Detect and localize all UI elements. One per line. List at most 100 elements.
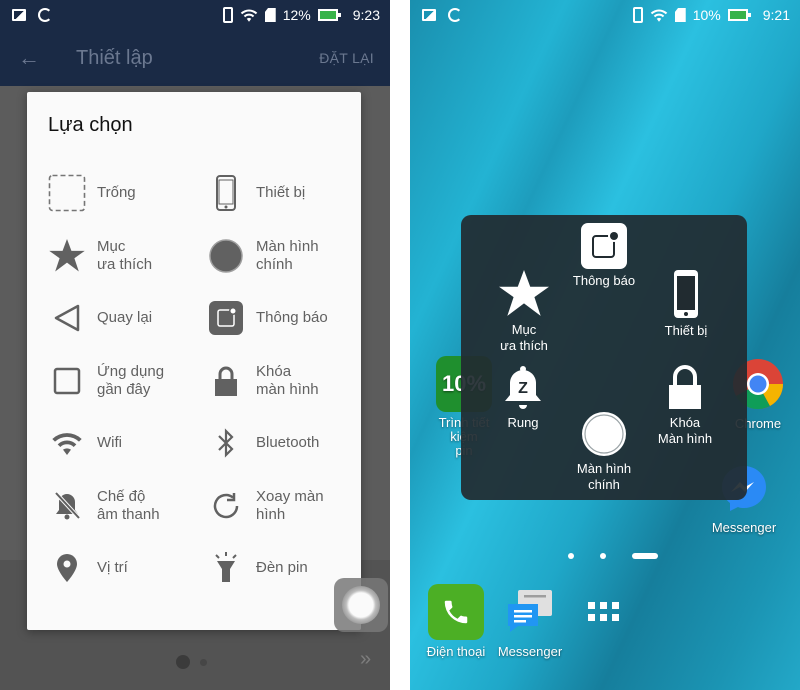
option-notification[interactable]: Thông báo [194, 287, 361, 350]
option-empty[interactable]: Trống [27, 162, 194, 225]
assist-item-home[interactable]: Màn hình chính [561, 411, 647, 493]
status-bar: 10% 9:21 [410, 0, 800, 30]
option-label: Màn hình chính [256, 237, 319, 273]
assist-item-label: Màn hình chính [576, 461, 632, 492]
toolbar: ← Thiết lập ĐẶT LẠI [0, 30, 390, 86]
wifi-icon [47, 423, 87, 463]
assist-item-label: Rung [507, 415, 539, 430]
flashlight-icon [206, 548, 246, 588]
empty-dashed-square-icon [47, 173, 87, 213]
dock-app-messenger[interactable]: Messenger [498, 584, 562, 659]
page-dot-active [632, 553, 658, 559]
option-label: Mục ưa thích [97, 237, 153, 273]
option-rotate[interactable]: Xoay màn hình [194, 475, 361, 538]
battery-percent: 12% [282, 7, 311, 23]
home-circle-icon [206, 236, 246, 276]
star-icon [499, 270, 549, 316]
page-dot [200, 658, 207, 666]
assist-item-vibrate[interactable]: Z Rung [488, 365, 558, 431]
page-indicator [176, 655, 207, 669]
messages-icon [502, 584, 558, 640]
battery-charging-icon [727, 9, 751, 21]
sd-card-icon [674, 8, 686, 22]
vibrate-icon [632, 7, 643, 23]
app-drawer-button[interactable] [572, 584, 636, 640]
option-label: Trống [97, 184, 136, 202]
option-home[interactable]: Màn hình chính [194, 225, 361, 288]
option-label: Ứng dụng gần đây [97, 362, 165, 398]
wifi-icon [240, 9, 257, 22]
sync-icon [448, 8, 462, 22]
status-bar: 12% 9:23 [0, 0, 390, 30]
assistive-menu-panel: Thông báo Mục ưa thích Thiết bị Z Rung K… [461, 215, 747, 500]
dialog-title: Lựa chọn [48, 114, 133, 136]
bell-off-icon [47, 486, 87, 526]
dock-app-phone[interactable]: Điện thoại [424, 584, 488, 659]
assist-item-label: Mục ưa thích [500, 322, 548, 353]
option-label: Thông báo [256, 309, 328, 327]
page-dot-active [176, 655, 190, 669]
option-back[interactable]: Quay lại [27, 287, 194, 350]
back-arrow-icon[interactable]: ← [18, 45, 58, 71]
option-sound-mode[interactable]: Chế độ âm thanh [27, 475, 194, 538]
sd-card-icon [264, 8, 276, 22]
next-page-icon[interactable]: » [360, 648, 371, 671]
option-label: Vị trí [97, 559, 128, 577]
bell-vibrate-icon: Z [505, 366, 541, 409]
app-label: Messenger [711, 520, 777, 535]
home-circle-icon [582, 412, 626, 456]
location-pin-icon [47, 548, 87, 588]
reset-button[interactable]: ĐẶT LẠI [319, 50, 374, 66]
assist-item-device[interactable]: Thiết bị [651, 269, 721, 339]
option-wifi[interactable]: Wifi [27, 412, 194, 475]
options-dialog: Lựa chọn Trống Thiết bị Mục ưa thích Màn… [27, 92, 361, 630]
clock: 9:21 [762, 7, 790, 23]
option-lock-screen[interactable]: Khóa màn hình [194, 350, 361, 413]
wifi-icon [650, 9, 667, 22]
star-icon [47, 236, 87, 276]
page-dot [568, 553, 574, 559]
option-label: Chế độ âm thanh [97, 487, 160, 523]
option-label: Wifi [97, 434, 122, 452]
phone-call-icon [428, 584, 484, 640]
assist-item-label: Thông báo [572, 273, 636, 288]
assistive-touch-button[interactable] [334, 578, 388, 632]
option-label: Quay lại [97, 309, 153, 327]
option-recent-apps[interactable]: Ứng dụng gần đây [27, 350, 194, 413]
assist-item-favorites[interactable]: Mục ưa thích [489, 270, 559, 354]
phone-device-icon [674, 270, 698, 318]
option-label: Xoay màn hình [256, 487, 324, 523]
battery-charging-icon [317, 9, 341, 21]
option-label: Khóa màn hình [256, 362, 319, 398]
lock-icon [206, 361, 246, 401]
vibrate-icon [222, 7, 233, 23]
assist-item-lock-screen[interactable]: Khóa Màn hình [649, 365, 721, 447]
app-drawer-icon [576, 584, 632, 640]
assist-item-label: Thiết bị [664, 323, 708, 338]
assistive-touch-icon [342, 586, 380, 624]
notification-icon [581, 223, 627, 269]
options-grid: Trống Thiết bị Mục ưa thích Màn hình chí… [27, 162, 361, 600]
gallery-icon [12, 9, 26, 21]
app-label: Điện thoại [426, 644, 486, 659]
phone-device-icon [206, 173, 246, 213]
assist-item-notification[interactable]: Thông báo [569, 223, 639, 289]
option-favorites[interactable]: Mục ưa thích [27, 225, 194, 288]
back-triangle-icon [47, 298, 87, 338]
option-location[interactable]: Vị trí [27, 537, 194, 600]
svg-text:Z: Z [518, 380, 528, 397]
lock-icon [669, 365, 701, 409]
option-label: Bluetooth [256, 434, 320, 452]
gallery-icon [422, 9, 436, 21]
sync-icon [38, 8, 52, 22]
option-device[interactable]: Thiết bị [194, 162, 361, 225]
clock: 9:23 [352, 7, 380, 23]
option-label: Thiết bị [256, 184, 306, 202]
page-title: Thiết lập [76, 46, 153, 69]
rotate-icon [206, 486, 246, 526]
home-page-indicator [568, 553, 658, 559]
right-phone-screen: 10% 9:21 10% Trình tiết kiệm pin Chrome … [410, 0, 800, 690]
option-bluetooth[interactable]: Bluetooth [194, 412, 361, 475]
left-phone-screen: 12% 9:23 ← Thiết lập ĐẶT LẠI » Lựa chọn … [0, 0, 390, 690]
option-label: Đèn pin [256, 559, 308, 577]
